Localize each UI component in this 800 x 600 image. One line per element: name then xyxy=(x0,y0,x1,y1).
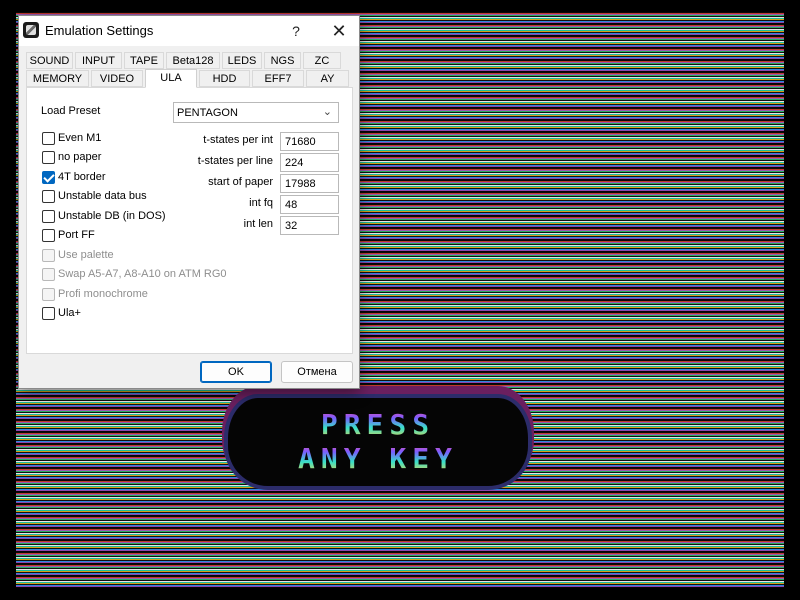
checkbox-box[interactable] xyxy=(42,190,55,203)
t-states-per-int-label: t-states per int xyxy=(203,134,273,146)
checkbox-label: Port FF xyxy=(58,229,95,241)
t-states-per-line-label: t-states per line xyxy=(197,155,273,167)
checkbox-label: Even M1 xyxy=(58,132,102,144)
checkbox-box[interactable] xyxy=(42,210,55,223)
checkbox-box-disabled xyxy=(42,249,55,262)
close-button[interactable]: ✕ xyxy=(327,20,351,42)
checkbox-box[interactable] xyxy=(42,307,55,320)
int-fq-input[interactable]: 48 xyxy=(280,195,339,214)
start-of-paper-label: start of paper xyxy=(208,176,273,188)
title-bar[interactable]: Emulation Settings ? ✕ xyxy=(19,16,359,46)
int-len-input[interactable]: 32 xyxy=(280,216,339,235)
checkbox-box-disabled xyxy=(42,268,55,281)
checkbox-box[interactable] xyxy=(42,132,55,145)
tab-beta128[interactable]: Beta128 xyxy=(166,52,220,69)
preset-value: PENTAGON xyxy=(177,107,238,119)
cancel-button[interactable]: Отмена xyxy=(281,361,353,383)
checkbox-label: no paper xyxy=(58,151,102,163)
emulation-settings-dialog: Emulation Settings ? ✕ SOUND INPUT TAPE … xyxy=(18,15,360,389)
tab-input[interactable]: INPUT xyxy=(75,52,122,69)
t-states-per-line-input[interactable]: 224 xyxy=(280,153,339,172)
tab-ula[interactable]: ULA xyxy=(145,69,197,88)
help-button[interactable]: ? xyxy=(285,20,307,42)
dialog-title: Emulation Settings xyxy=(45,23,154,38)
checkbox-label: Ula+ xyxy=(58,307,81,319)
tab-video[interactable]: VIDEO xyxy=(91,70,143,87)
tab-leds[interactable]: LEDS xyxy=(222,52,262,69)
checkbox-label: 4T border xyxy=(58,171,106,183)
checkbox-label: Use palette xyxy=(58,249,114,261)
checkbox-box[interactable] xyxy=(42,229,55,242)
checkbox-label: Unstable DB (in DOS) xyxy=(58,210,166,222)
checkbox-box-checked[interactable] xyxy=(42,171,55,184)
t-states-per-int-input[interactable]: 71680 xyxy=(280,132,339,151)
tab-zc[interactable]: ZC xyxy=(303,52,341,69)
tab-eff7[interactable]: EFF7 xyxy=(252,70,304,87)
ok-button[interactable]: OK xyxy=(200,361,272,383)
preset-select[interactable]: PENTAGON ⌄ xyxy=(173,102,339,123)
checkbox-box[interactable] xyxy=(42,151,55,164)
chevron-down-icon: ⌄ xyxy=(322,106,332,118)
tab-sound[interactable]: SOUND xyxy=(26,52,73,69)
tab-hdd[interactable]: HDD xyxy=(199,70,250,87)
checkbox-label: Profi monochrome xyxy=(58,288,148,300)
tab-ngs[interactable]: NGS xyxy=(264,52,301,69)
checkbox-label: Swap A5-A7, A8-A10 on ATM RG0 xyxy=(58,268,227,280)
tab-memory[interactable]: MEMORY xyxy=(26,70,89,87)
int-fq-label: int fq xyxy=(249,197,273,209)
start-of-paper-input[interactable]: 17988 xyxy=(280,174,339,193)
checkbox-box-disabled xyxy=(42,288,55,301)
close-icon: ✕ xyxy=(331,21,347,41)
int-len-label: int len xyxy=(243,218,273,230)
app-icon xyxy=(23,22,39,38)
tab-tape[interactable]: TAPE xyxy=(124,52,164,69)
load-preset-label: Load Preset xyxy=(41,105,101,117)
checkbox-label: Unstable data bus xyxy=(58,190,147,202)
tab-ay[interactable]: AY xyxy=(306,70,349,87)
